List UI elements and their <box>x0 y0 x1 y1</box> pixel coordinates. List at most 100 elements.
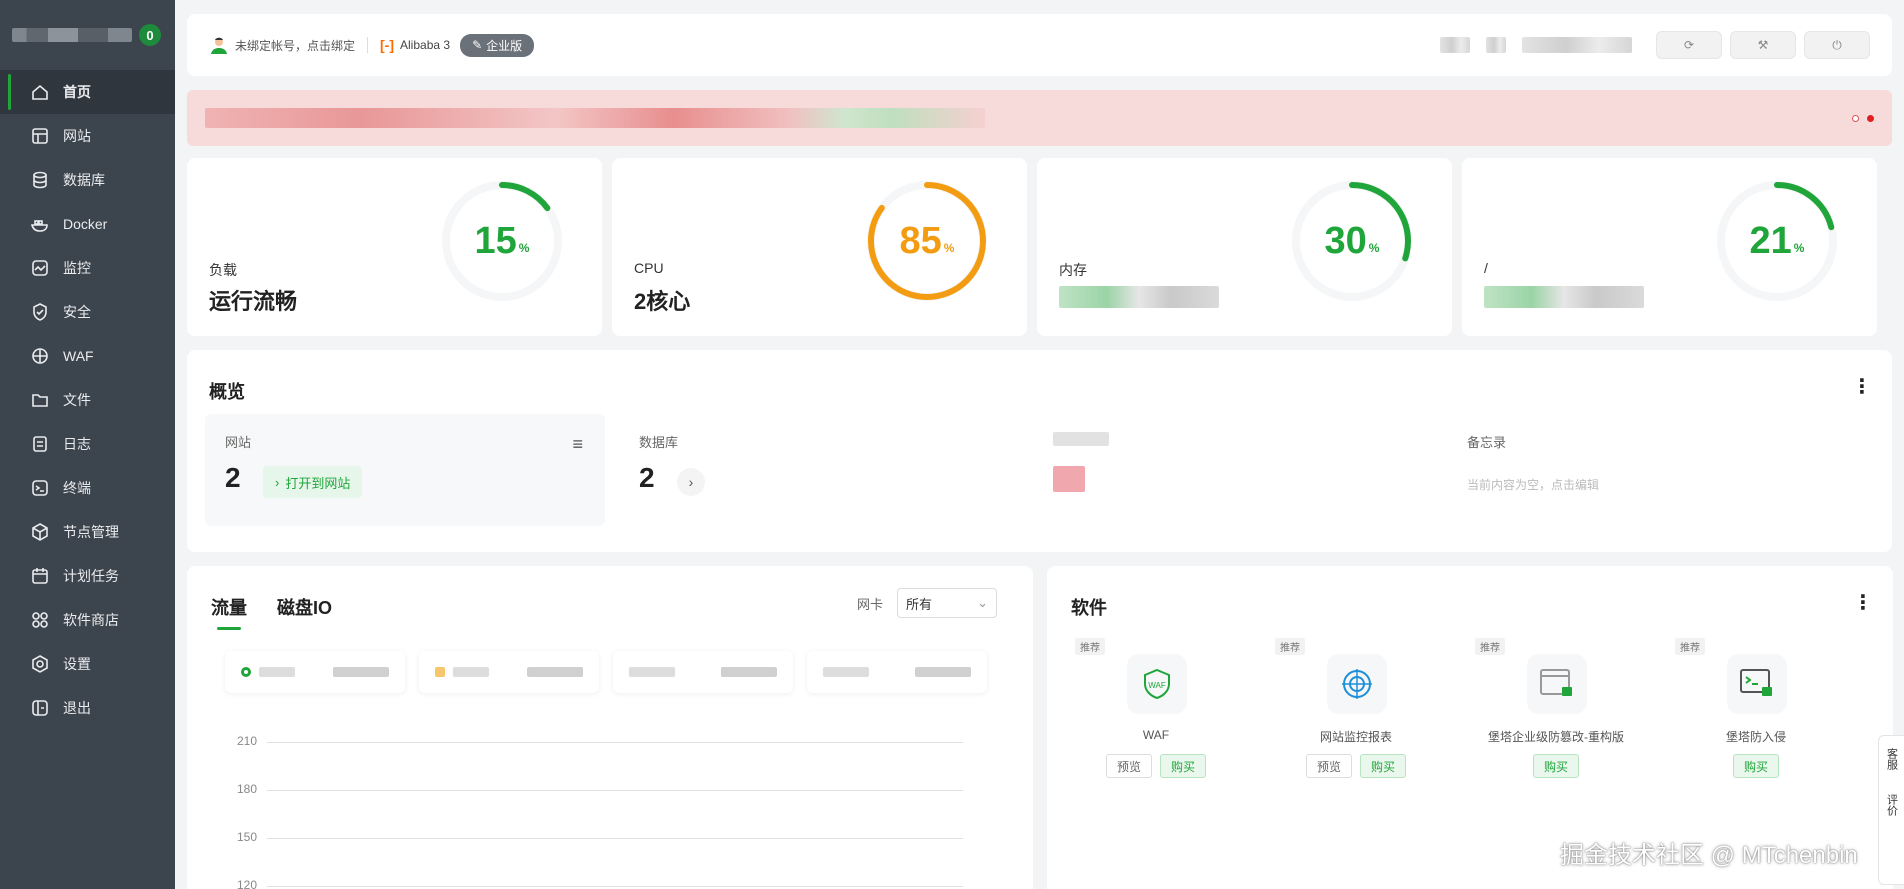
recommend-tag: 推荐 <box>1275 638 1305 655</box>
legend-upload[interactable] <box>225 651 405 693</box>
software-name: 网站监控报表 <box>1319 730 1392 744</box>
sidebar-item-11[interactable]: 计划任务 <box>0 554 175 598</box>
stat-value-blurred <box>1484 286 1644 308</box>
message-badge[interactable]: 0 <box>139 24 161 46</box>
alibaba-cloud-icon: [-] <box>380 37 395 53</box>
edition-badge[interactable]: ✎ 企业版 <box>460 33 535 57</box>
nic-value: 所有 <box>906 596 933 612</box>
stat-value: 2核心 <box>634 289 691 314</box>
tab-disk-io[interactable]: 磁盘IO <box>277 594 332 620</box>
carousel-dot[interactable] <box>1852 114 1859 122</box>
open-website-button[interactable]: › 打开到网站 <box>263 466 363 498</box>
software-name: 堡塔企业级防篡改-重构版 <box>1488 730 1624 744</box>
sidebar-item-label: 首页 <box>63 84 91 100</box>
gauge-percent: 21% <box>1749 219 1805 262</box>
sidebar-item-7[interactable]: 文件 <box>0 378 175 422</box>
overview-database[interactable]: 数据库 2 › <box>619 414 1019 526</box>
sidebar-item-10[interactable]: 节点管理 <box>0 510 175 554</box>
sidebar-item-14[interactable]: 退出 <box>0 686 175 730</box>
docker-icon <box>30 220 48 232</box>
stat-card-1[interactable]: CPU 2核心 85% <box>612 158 1027 336</box>
software-name: WAF <box>1142 728 1170 742</box>
sidebar-item-9[interactable]: 终端 <box>0 466 175 510</box>
stat-value: 运行流畅 <box>209 289 298 314</box>
carousel-dots <box>1844 114 1874 122</box>
preview-button[interactable]: 预览 <box>1305 754 1352 778</box>
buy-button[interactable]: 购买 <box>1532 754 1579 778</box>
software-actions: 购买 <box>1461 754 1651 778</box>
buy-button[interactable]: 购买 <box>1160 754 1207 778</box>
stat-value-blurred <box>1059 286 1219 308</box>
menu-icon[interactable]: ≡ <box>572 434 583 455</box>
notice-text-blurred[interactable] <box>205 108 985 128</box>
legend-dot <box>435 667 445 677</box>
grid-line <box>267 886 963 887</box>
sidebar-item-12[interactable]: 软件商店 <box>0 598 175 642</box>
overview-blurred[interactable] <box>1033 414 1433 526</box>
stat-label: 内存 <box>1059 262 1087 278</box>
website-icon <box>32 128 48 144</box>
sidebar-item-2[interactable]: 数据库 <box>0 158 175 202</box>
user-avatar-icon <box>211 37 227 54</box>
restart-button[interactable]: ⏻ <box>1804 31 1870 59</box>
sidebar-item-label: 日志 <box>63 436 91 452</box>
repair-button[interactable]: ⚒ <box>1730 31 1796 59</box>
os-name: Alibaba 3 <box>400 38 451 52</box>
waf-icon <box>32 348 48 364</box>
overview-website[interactable]: 网站 2 › 打开到网站 ≡ <box>205 414 605 526</box>
software-item-3[interactable]: 推荐 堡塔防入侵 购买 <box>1661 638 1841 778</box>
sidebar-item-0[interactable]: 首页 <box>0 70 175 114</box>
folder-icon <box>32 394 48 407</box>
software-item-2[interactable]: 推荐 堡塔企业级防篡改-重构版 购买 <box>1461 638 1641 778</box>
tab-traffic[interactable]: 流量 <box>211 594 247 630</box>
sidebar: 0 首页网站 数据库 Docker 监控安全 WAF 文件日志终端 节点管理 计划任务 软件商店… <box>0 0 175 889</box>
wrench-icon: ⚒ <box>1757 38 1769 52</box>
bind-account[interactable]: 未绑定帐号，点击绑定 <box>209 35 355 55</box>
server-name-blurred <box>12 28 132 42</box>
buy-button[interactable]: 购买 <box>1360 754 1407 778</box>
nic-select[interactable]: 所有 ⌄ <box>897 588 997 618</box>
sidebar-item-5[interactable]: 安全 <box>0 290 175 334</box>
software-title: 软件 <box>1071 598 1107 618</box>
feedback-button[interactable]: 评价 <box>1884 794 1900 816</box>
more-options-icon[interactable]: ⋮ <box>1853 590 1873 615</box>
node-icon <box>32 523 48 541</box>
legend-total-sent[interactable] <box>613 651 793 693</box>
sidebar-item-8[interactable]: 日志 <box>0 422 175 466</box>
stat-card-3[interactable]: / 21% <box>1462 158 1877 336</box>
top-bar-right: ⟳ ⚒ ⏻ <box>1440 31 1870 59</box>
buy-button[interactable]: 购买 <box>1732 754 1779 778</box>
legend-download[interactable] <box>419 651 599 693</box>
update-button[interactable]: ⟳ <box>1656 31 1722 59</box>
overview-panel: 概览 ⋮ 网站 2 › 打开到网站 ≡ 数据库 2 › 备忘录 当前内容为空，点… <box>187 350 1892 552</box>
recommend-tag: 推荐 <box>1675 638 1705 655</box>
overview-memo[interactable]: 备忘录 当前内容为空，点击编辑 <box>1447 414 1847 526</box>
stat-card-2[interactable]: 内存 30% <box>1037 158 1452 336</box>
software-item-0[interactable]: 推荐 WAF WAF 预览 购买 <box>1061 638 1241 778</box>
chevron-right-icon[interactable]: › <box>677 468 705 496</box>
stat-card-0[interactable]: 负载 运行流畅 15% <box>187 158 602 336</box>
y-tick-label: 210 <box>236 734 257 748</box>
software-item-1[interactable]: 推荐网站监控报表预览 购买 <box>1261 638 1441 778</box>
customer-service-button[interactable]: 客服 <box>1884 748 1900 770</box>
gauge-percent: 85% <box>899 219 955 262</box>
open-website-label: 打开到网站 <box>285 475 351 491</box>
sidebar-item-1[interactable]: 网站 <box>0 114 175 158</box>
sidebar-item-3[interactable]: Docker <box>0 202 175 246</box>
y-tick-label: 150 <box>236 830 257 844</box>
legend-total-received[interactable] <box>807 651 987 693</box>
stat-gauge: 15% <box>437 176 567 306</box>
software-actions: 预览 购买 <box>1261 754 1451 778</box>
sidebar-item-label: 监控 <box>63 260 91 276</box>
carousel-dot-active[interactable] <box>1867 114 1874 122</box>
sidebar-item-13[interactable]: 设置 <box>0 642 175 686</box>
grid-line <box>267 838 963 839</box>
sidebar-item-4[interactable]: 监控 <box>0 246 175 290</box>
software-actions: 购买 <box>1661 754 1851 778</box>
sidebar-item-6[interactable]: WAF <box>0 334 175 378</box>
preview-button[interactable]: 预览 <box>1105 754 1152 778</box>
sidebar-item-label: Docker <box>63 216 108 232</box>
os-info: [-] Alibaba 3 <box>380 37 450 53</box>
more-options-icon[interactable]: ⋮ <box>1852 374 1872 399</box>
stat-label: / <box>1484 260 1488 276</box>
